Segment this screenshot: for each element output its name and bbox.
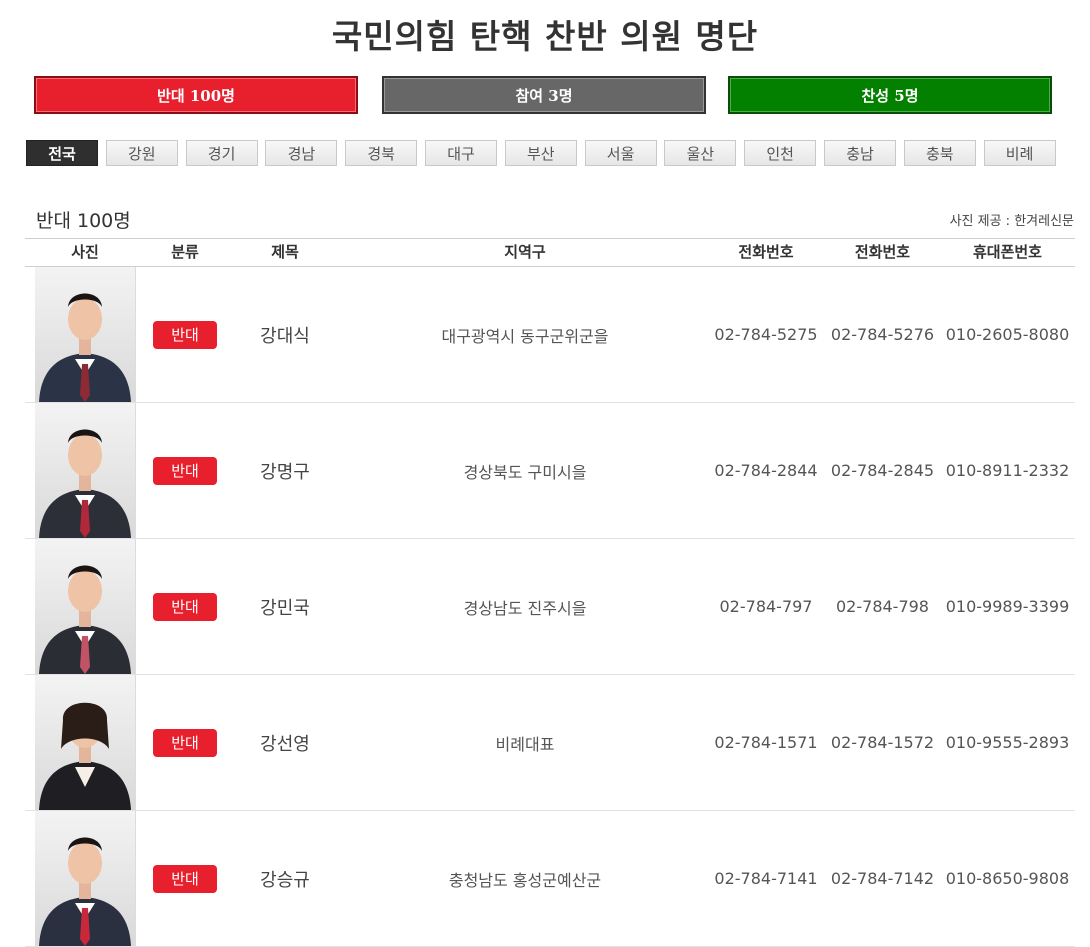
region-tab-10[interactable]: 충남 [824,140,896,166]
portrait-image [35,403,135,538]
phone-1: 02-784-1571 [714,733,818,752]
region-tab-11[interactable]: 충북 [903,140,976,166]
table-header: 사진 분류 제목 지역구 전화번호 전화번호 휴대폰번호 [25,238,1075,267]
mobile-phone: 010-9555-2893 [945,733,1070,752]
section-title: 반대 100명 [36,210,131,232]
district: 비례대표 [495,734,555,754]
table-body: 반대 강대식 대구광역시 동구군위군을 02-784-5275 02-784-5276 0… [25,267,1075,947]
header-name: 제목 [271,243,299,261]
vote-tab-participate[interactable]: 참여 3명 [382,76,706,114]
member-table: 사진 분류 제목 지역구 전화번호 전화번호 휴대폰번호 반대 강대식 대구광역시 … [25,238,1075,947]
mobile-phone: 010-8650-9808 [945,869,1070,888]
phone-2: 02-784-1572 [830,733,935,752]
table-row: 반대 강민국 경상남도 진주시을 02-784-797 02-784-798 010-99… [25,539,1075,675]
phone-1: 02-784-5275 [714,325,818,344]
vote-tab-oppose[interactable]: 반대 100명 [34,76,358,114]
table-row: 반대 강승규 충청남도 홍성군예산군 02-784-7141 02-784-7142 01… [25,811,1075,947]
phone-2: 02-784-5276 [830,325,935,344]
category-badge[interactable]: 반대 [153,864,217,893]
region-tab-5[interactable]: 대구 [425,140,497,166]
phone-2: 02-784-798 [836,597,929,616]
member-photo [35,403,136,538]
table-row: 반대 강대식 대구광역시 동구군위군을 02-784-5275 02-784-5276 0… [25,267,1075,403]
category-cell: 반대 [145,403,225,538]
region-tab-0[interactable]: 전국 [26,140,98,166]
vote-tabs: 반대 100명 참여 3명 찬성 5명 [34,76,1055,118]
vote-tab-favor[interactable]: 찬성 5명 [728,76,1052,114]
member-photo [35,675,136,810]
page-title: 국민의힘 탄핵 찬반 의원 명단 [331,17,759,56]
region-tab-3[interactable]: 경남 [265,140,338,166]
portrait-image [35,675,135,810]
phone-1: 02-784-7141 [714,869,818,888]
portrait-image [35,811,135,946]
member-name: 강선영 [260,733,310,755]
portrait-image [35,267,135,402]
phone-1: 02-784-2844 [714,461,818,480]
region-tab-9[interactable]: 인천 [744,140,817,166]
region-tab-4[interactable]: 경북 [345,140,418,166]
mobile-phone: 010-8911-2332 [945,461,1070,480]
region-tab-12[interactable]: 비례 [983,140,1056,166]
member-name: 강승규 [260,869,310,891]
region-tab-1[interactable]: 강원 [105,140,178,166]
header-category: 분류 [171,243,199,261]
header-phone-1: 전화번호 [738,243,794,261]
category-cell: 반대 [145,539,225,674]
member-name: 강민국 [260,597,310,619]
region-tab-8[interactable]: 울산 [664,140,737,166]
category-cell: 반대 [145,267,225,402]
category-cell: 반대 [145,675,225,810]
phone-2: 02-784-7142 [830,869,935,888]
category-cell: 반대 [145,811,225,946]
phone-1: 02-784-797 [719,597,813,616]
district: 대구광역시 동구군위군을 [441,326,609,346]
photo-credit: 사진 제공 : 한겨레신문 [949,214,1074,229]
region-tab-6[interactable]: 부산 [504,140,577,166]
region-tab-2[interactable]: 경기 [185,140,258,166]
table-row: 반대 강명구 경상북도 구미시을 02-784-2844 02-784-2845 010-… [25,403,1075,539]
member-photo [35,267,136,402]
district: 경상남도 진주시을 [463,598,587,618]
category-badge[interactable]: 반대 [153,592,217,621]
member-name: 강명구 [260,461,310,483]
member-photo [35,539,136,674]
header-mobile: 휴대폰번호 [972,243,1042,261]
district: 충청남도 홍성군예산군 [448,870,602,890]
mobile-phone: 010-9989-3399 [945,597,1070,616]
header-phone-2: 전화번호 [854,243,911,261]
region-tab-7[interactable]: 서울 [584,140,657,166]
category-badge[interactable]: 반대 [153,728,217,757]
header-photo: 사진 [71,243,99,261]
mobile-phone: 010-2605-8080 [945,325,1070,344]
member-photo [35,811,136,946]
category-badge[interactable]: 반대 [153,320,217,349]
portrait-image [35,539,135,674]
header-district: 지역구 [504,243,546,261]
district: 경상북도 구미시을 [463,462,587,482]
category-badge[interactable]: 반대 [153,456,217,485]
phone-2: 02-784-2845 [830,461,935,480]
table-row: 반대 강선영 비례대표 02-784-1571 02-784-1572 010-9555-… [25,675,1075,811]
member-name: 강대식 [260,325,310,347]
